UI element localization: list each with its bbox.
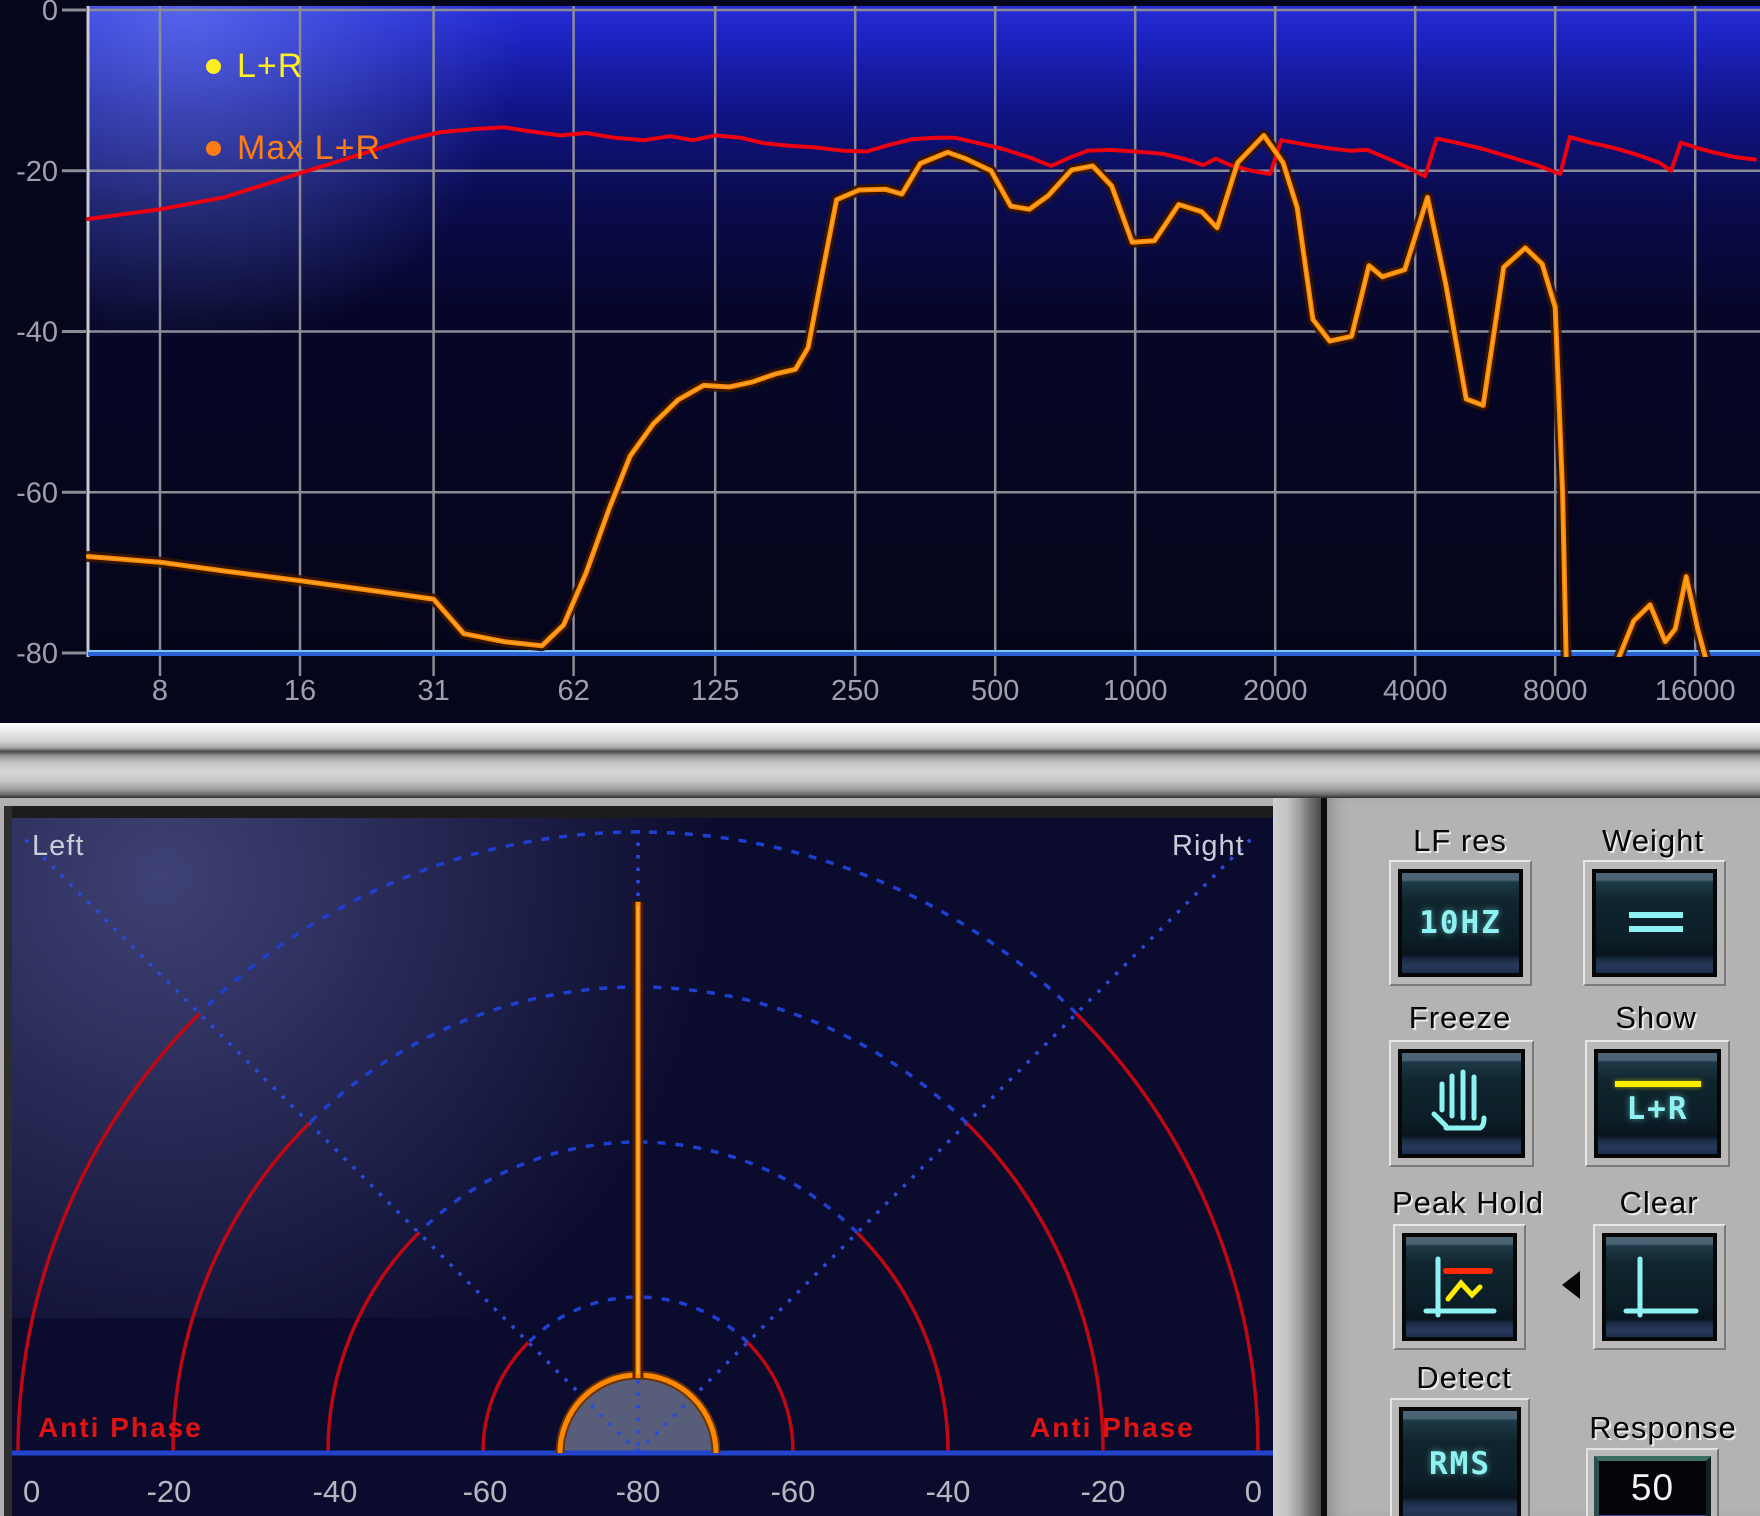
weight-label: Weight — [1602, 823, 1704, 859]
analyzer-window: 81631621252505001000200040008000160000-2… — [0, 0, 1760, 1516]
svg-text:8000: 8000 — [1523, 675, 1588, 707]
svg-text:0: 0 — [23, 1474, 40, 1509]
clear-button[interactable] — [1593, 1224, 1726, 1350]
svg-text:2000: 2000 — [1243, 675, 1308, 707]
clear-label: Clear — [1619, 1185, 1698, 1221]
svg-text:-80: -80 — [616, 1474, 661, 1509]
peak-hold-button[interactable] — [1393, 1224, 1526, 1350]
lf-res-label: LF res — [1413, 823, 1507, 859]
svg-text:-60: -60 — [463, 1474, 508, 1509]
lr-legend-dot-icon — [206, 59, 221, 74]
legend-item-max-lr[interactable]: Max L+R — [206, 129, 381, 168]
weight-lines-icon — [1607, 893, 1703, 953]
response-label: Response — [1589, 1410, 1737, 1446]
svg-text:-40: -40 — [16, 317, 58, 349]
svg-text:-60: -60 — [771, 1474, 816, 1509]
freeze-label: Freeze — [1409, 1000, 1511, 1036]
panel-divider — [0, 723, 1760, 798]
show-value: L+R — [1627, 1091, 1689, 1127]
svg-text:-20: -20 — [147, 1474, 192, 1509]
goniometer-frame-right-bevel — [1273, 798, 1321, 1516]
freeze-hand-icon — [1422, 1068, 1502, 1140]
svg-text:-60: -60 — [16, 477, 58, 509]
svg-text:31: 31 — [417, 675, 449, 707]
goniometer-frame-top — [4, 806, 1273, 818]
show-button[interactable]: L+R — [1585, 1040, 1730, 1167]
svg-text:1000: 1000 — [1103, 675, 1168, 707]
legend-item-lr[interactable]: L+R — [206, 47, 303, 86]
anti-phase-left-label: Anti Phase — [38, 1412, 203, 1444]
svg-text:0: 0 — [1245, 1474, 1262, 1509]
show-yellow-line-icon — [1615, 1081, 1701, 1087]
svg-text:16000: 16000 — [1655, 675, 1736, 707]
lf-res-button[interactable]: 10HZ — [1389, 860, 1532, 986]
svg-text:8: 8 — [152, 675, 168, 707]
svg-text:-20: -20 — [1081, 1474, 1126, 1509]
response-value-box[interactable]: 50 — [1586, 1448, 1719, 1516]
response-value: 50 — [1631, 1467, 1674, 1509]
svg-text:4000: 4000 — [1383, 675, 1448, 707]
freeze-button[interactable] — [1389, 1040, 1534, 1167]
svg-text:250: 250 — [831, 675, 879, 707]
detect-value: RMS — [1429, 1446, 1491, 1482]
show-label: Show — [1615, 1000, 1697, 1036]
gonio-right-label: Right — [1172, 830, 1245, 863]
svg-text:-80: -80 — [16, 638, 58, 670]
goniometer-frame-left — [4, 806, 12, 1516]
clear-axes-icon — [1618, 1249, 1702, 1325]
anti-phase-right-label: Anti Phase — [1030, 1412, 1195, 1444]
lr-legend-label: L+R — [237, 47, 303, 86]
spectrum-analyzer-panel: 8 16 31 62 125 250 500 1000 2000 4000 8000 16000 0 -2… — [0, 0, 1760, 723]
gonio-left-label: Left — [32, 830, 84, 863]
weight-button[interactable] — [1583, 860, 1726, 986]
svg-text:62: 62 — [557, 675, 589, 707]
detect-button[interactable]: RMS — [1390, 1398, 1530, 1516]
svg-text:125: 125 — [691, 675, 739, 707]
svg-text:0: 0 — [42, 0, 58, 27]
peak-hold-icon — [1418, 1249, 1502, 1325]
svg-text:16: 16 — [284, 675, 316, 707]
lf-res-value: 10HZ — [1419, 905, 1502, 941]
svg-text:-40: -40 — [313, 1474, 358, 1509]
svg-text:-40: -40 — [926, 1474, 971, 1509]
svg-text:500: 500 — [971, 675, 1019, 707]
svg-text:-20: -20 — [16, 156, 58, 188]
clear-pointer-icon — [1562, 1271, 1580, 1299]
detect-label: Detect — [1416, 1360, 1512, 1396]
max-lr-legend-label: Max L+R — [237, 129, 381, 168]
peak-hold-label: Peak Hold — [1392, 1185, 1544, 1221]
max-lr-legend-dot-icon — [206, 141, 221, 156]
